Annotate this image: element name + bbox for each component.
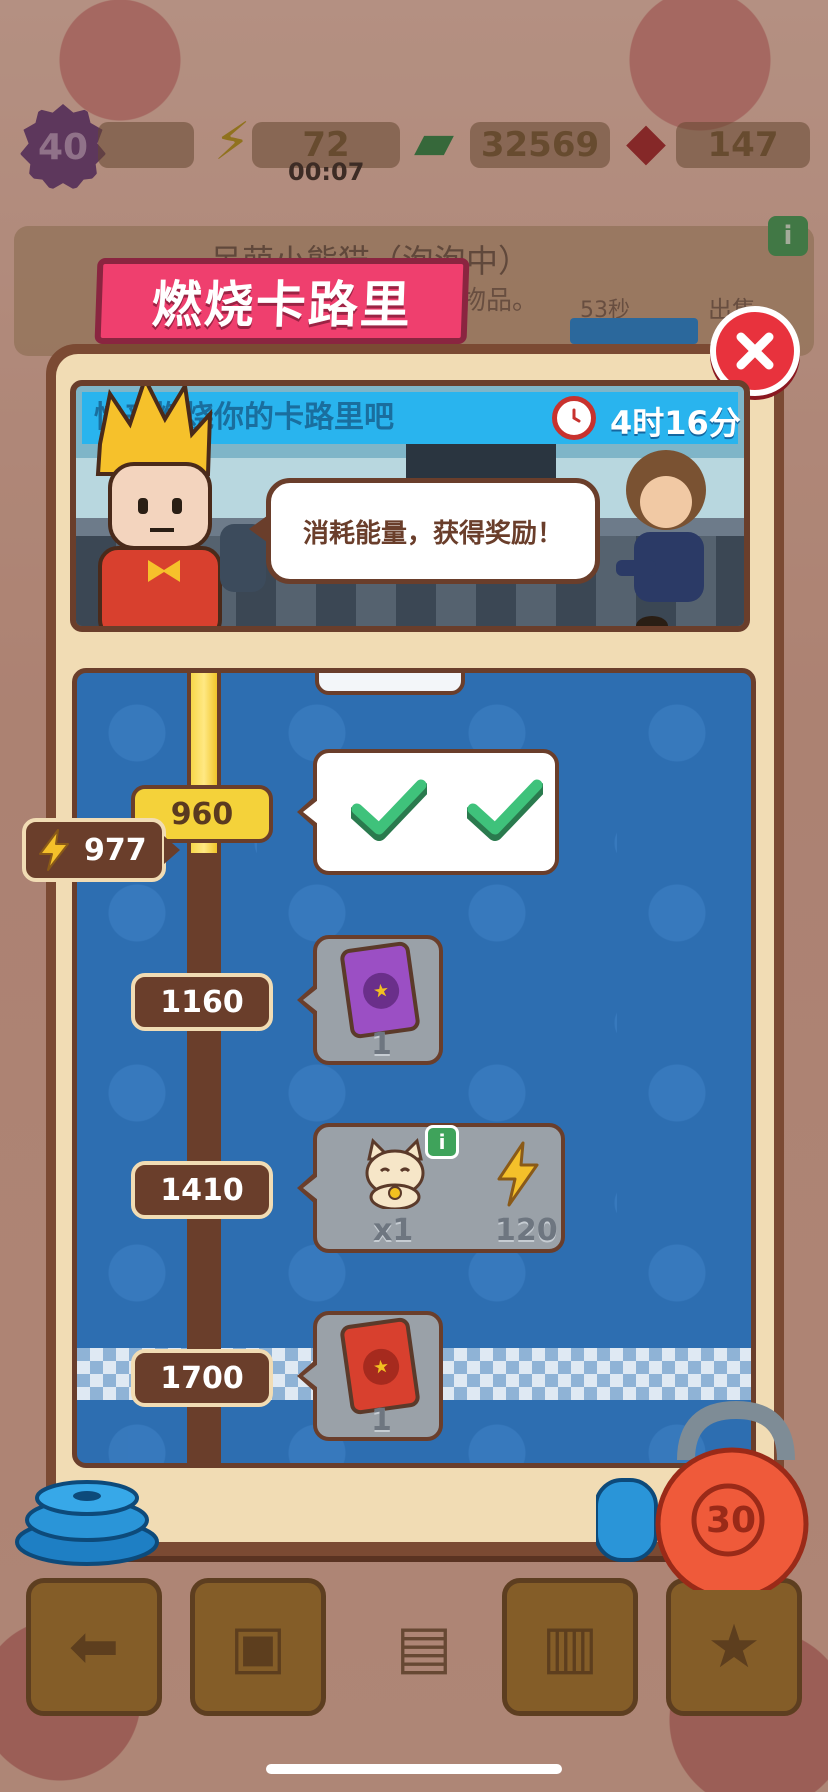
- weight-plates-icon: [15, 1480, 159, 1566]
- event-time-left: 4时16分: [610, 404, 741, 442]
- milestone-threshold: 960: [170, 796, 234, 832]
- reward-card-1410[interactable]: i x1 120: [313, 1123, 565, 1253]
- checkmark-icon: [351, 779, 427, 841]
- reward-count: x1: [373, 1213, 414, 1248]
- reward-track[interactable]: 960 1160 ★ 1 1410 i x1 120 1700 ★ 1: [72, 668, 756, 1468]
- mascot-character: [95, 386, 266, 626]
- star-icon: ★: [360, 1346, 402, 1388]
- checkmark-icon: [467, 779, 543, 841]
- kettlebell-level: 30: [706, 1500, 757, 1541]
- purple-snack-bag-icon: ★: [339, 940, 421, 1040]
- clock-icon: [552, 396, 596, 440]
- milestone-1410: 1410: [131, 1161, 273, 1219]
- runner-character: [616, 450, 706, 626]
- milestone-threshold: 1410: [160, 1172, 244, 1208]
- speech-bubble: 消耗能量，获得奖励！: [249, 478, 600, 584]
- milestone-threshold: 1700: [160, 1360, 244, 1396]
- reward-count: 1: [371, 1027, 392, 1062]
- milestone-threshold: 1160: [160, 984, 244, 1020]
- home-indicator[interactable]: [266, 1764, 562, 1774]
- current-energy-marker: 977: [22, 818, 180, 882]
- milestone-1160: 1160: [131, 973, 273, 1031]
- reward-count: 1: [371, 1403, 392, 1438]
- reward-card-1160[interactable]: ★ 1: [313, 935, 443, 1065]
- previous-reward-card: [315, 673, 465, 695]
- energy-bolt-icon: [39, 829, 69, 871]
- popup-title: 燃烧卡路里: [94, 258, 470, 344]
- milestone-1700: 1700: [131, 1349, 273, 1407]
- close-icon: [736, 332, 774, 370]
- kettlebell-icon: [596, 1400, 809, 1590]
- energy-bolt-icon: [497, 1141, 539, 1207]
- info-icon[interactable]: i: [425, 1125, 459, 1159]
- lucky-cat-icon: [365, 1138, 425, 1209]
- reward-count: 120: [495, 1213, 558, 1248]
- reward-card-1700[interactable]: ★ 1: [313, 1311, 443, 1441]
- star-icon: ★: [360, 970, 402, 1012]
- reward-card-960[interactable]: [313, 749, 559, 875]
- current-energy-value: 977: [84, 832, 147, 868]
- red-snack-bag-icon: ★: [339, 1316, 421, 1416]
